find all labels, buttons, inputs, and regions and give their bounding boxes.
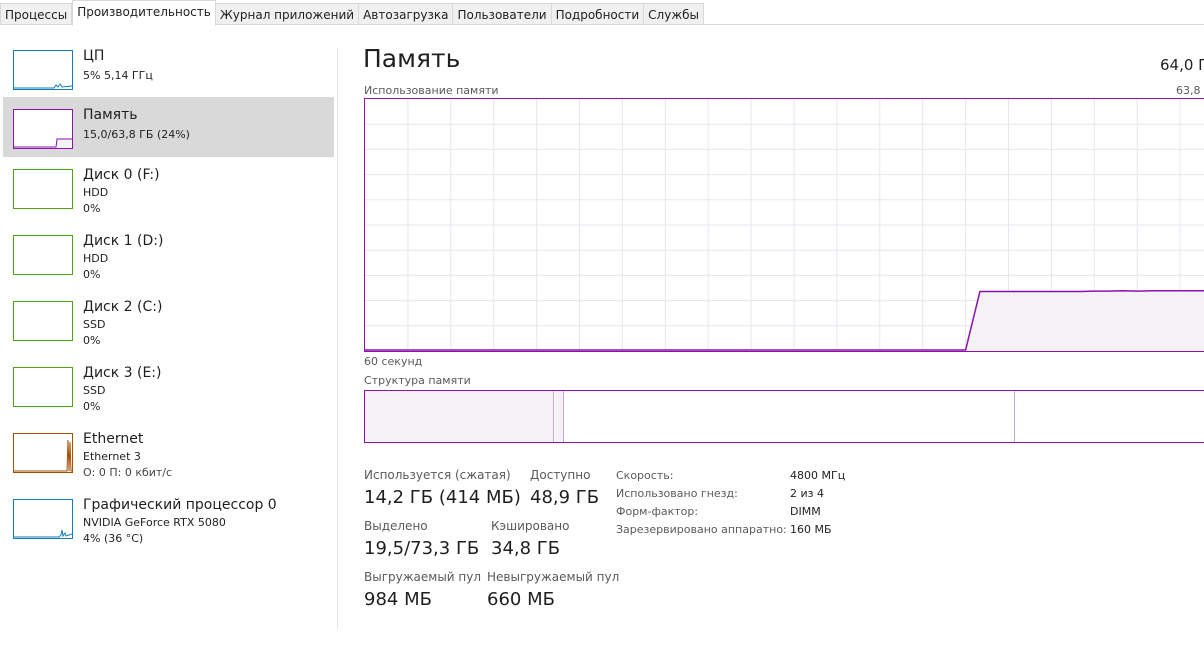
panel-divider (337, 48, 338, 628)
tab-users[interactable]: Пользователи (453, 3, 552, 25)
cached-label: Кэшировано (491, 519, 570, 533)
sidebar-item-label: Диск 2 (C:) (83, 299, 163, 315)
disk-thumbnail-graph (13, 301, 73, 341)
form-factor-value: DIMM (790, 505, 821, 518)
in-use-value: 14,2 ГБ (414 МБ) (364, 487, 521, 508)
slots-used-label: Использовано гнезд: (616, 487, 738, 500)
sidebar-item-label: Ethernet (83, 431, 144, 447)
available-label: Доступно (530, 468, 591, 482)
nonpaged-pool-value: 660 МБ (487, 589, 555, 610)
sidebar-item-detail: 15,0/63,8 ГБ (24%) (83, 128, 190, 141)
chart-label: Использование памяти (364, 84, 499, 97)
sidebar-item-model: NVIDIA GeForce RTX 5080 (83, 516, 226, 529)
sidebar-item-ethernet[interactable]: Ethernet Ethernet 3 О: 0 П: 0 кбит/с (3, 421, 334, 481)
sidebar-item-type: SSD (83, 384, 106, 397)
disk-thumbnail-graph (13, 367, 73, 407)
sidebar-item-disk-3[interactable]: Диск 3 (E:) SSD 0% (3, 355, 334, 415)
hardware-reserved-value: 160 МБ (790, 523, 832, 536)
memory-composition-bar (364, 390, 1204, 443)
memory-usage-area (365, 290, 1204, 351)
paged-pool-value: 984 МБ (364, 589, 432, 610)
sidebar-item-usage: 0% (83, 268, 101, 281)
tab-performance[interactable]: Производительность (72, 0, 216, 26)
hardware-reserved-label: Зарезервировано аппаратно: (616, 523, 787, 536)
tab-app-history[interactable]: Журнал приложений (215, 3, 360, 25)
time-axis-label: 60 секунд (364, 355, 423, 368)
gpu-thumbnail-graph (13, 499, 73, 539)
composition-label: Структура памяти (364, 374, 471, 387)
tab-services[interactable]: Службы (644, 3, 705, 25)
tab-details[interactable]: Подробности (551, 3, 645, 25)
sidebar-item-adapter: Ethernet 3 (83, 450, 141, 463)
memory-usage-chart (364, 98, 1204, 352)
chart-max-label: 63,8 ГБ (1176, 84, 1204, 97)
memory-usage-chart-svg (365, 99, 1204, 351)
page-title: Память (363, 44, 461, 73)
sidebar-item-type: SSD (83, 318, 106, 331)
sidebar-item-label: Диск 1 (D:) (83, 233, 164, 249)
sidebar-item-disk-0[interactable]: Диск 0 (F:) HDD 0% (3, 157, 334, 217)
available-value: 48,9 ГБ (530, 487, 600, 508)
sidebar-item-label: Память (83, 107, 138, 123)
sidebar-item-detail: 5% 5,14 ГГц (83, 69, 153, 82)
committed-value: 19,5/73,3 ГБ (364, 538, 480, 559)
sidebar-item-type: HDD (83, 186, 109, 199)
ethernet-thumbnail-graph (13, 433, 73, 473)
memory-thumbnail-graph (13, 109, 73, 149)
disk-thumbnail-graph (13, 235, 73, 275)
sidebar-item-usage: 0% (83, 334, 101, 347)
memory-total: 64,0 ГБ (1160, 56, 1204, 74)
committed-label: Выделено (364, 519, 428, 533)
in-use-label: Используется (сжатая) (364, 468, 511, 482)
sidebar-item-cpu[interactable]: ЦП 5% 5,14 ГГц (3, 38, 334, 98)
sidebar-item-disk-1[interactable]: Диск 1 (D:) HDD 0% (3, 223, 334, 283)
composition-in-use (365, 391, 554, 442)
speed-label: Скорость: (616, 469, 674, 482)
tab-bar: Процессы Производительность Журнал прило… (0, 0, 1204, 26)
disk-thumbnail-graph (13, 169, 73, 209)
cpu-thumbnail-graph (13, 50, 73, 90)
sidebar-item-usage: 4% (36 °C) (83, 532, 144, 545)
sidebar-item-label: Диск 0 (F:) (83, 167, 160, 183)
sidebar-item-disk-2[interactable]: Диск 2 (C:) SSD 0% (3, 289, 334, 349)
composition-modified (555, 391, 564, 442)
form-factor-label: Форм-фактор: (616, 505, 699, 518)
sidebar-item-label: Графический процессор 0 (83, 497, 277, 513)
sidebar-item-gpu[interactable]: Графический процессор 0 NVIDIA GeForce R… (3, 487, 334, 547)
speed-value: 4800 МГц (790, 469, 846, 482)
nonpaged-pool-label: Невыгружаемый пул (487, 570, 620, 584)
cached-value: 34,8 ГБ (491, 538, 561, 559)
sidebar-item-throughput: О: 0 П: 0 кбит/с (83, 466, 173, 479)
sidebar-item-usage: 0% (83, 400, 101, 413)
sidebar-item-label: Диск 3 (E:) (83, 365, 162, 381)
tab-startup[interactable]: Автозагрузка (359, 3, 454, 25)
sidebar-item-type: HDD (83, 252, 109, 265)
sidebar-item-usage: 0% (83, 202, 101, 215)
sidebar-item-memory[interactable]: Память 15,0/63,8 ГБ (24%) (3, 97, 334, 157)
slots-used-value: 2 из 4 (790, 487, 824, 500)
composition-standby-divider (1014, 391, 1015, 442)
paged-pool-label: Выгружаемый пул (364, 570, 482, 584)
sidebar-item-label: ЦП (83, 48, 105, 64)
tab-processes[interactable]: Процессы (0, 3, 73, 25)
